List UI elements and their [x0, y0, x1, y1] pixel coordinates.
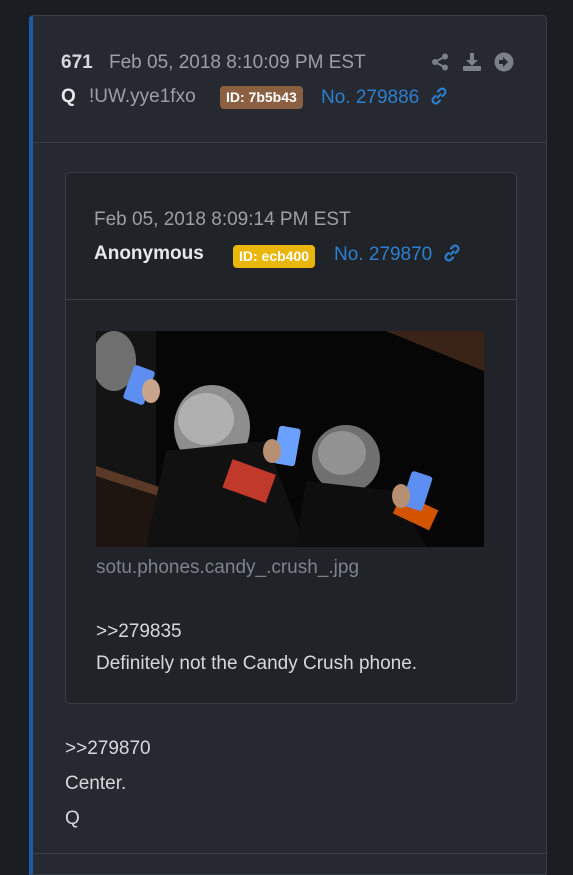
reply-ref[interactable]: >>279870: [65, 738, 151, 760]
post-actions: [430, 52, 514, 72]
image-filename[interactable]: sotu.phones.candy_.crush_.jpg: [96, 557, 359, 579]
post-image[interactable]: [96, 331, 484, 547]
post-number: 671: [61, 52, 93, 73]
quoted-id-badge[interactable]: ID: ecb400: [233, 245, 316, 268]
quoted-post: Feb 05, 2018 8:09:14 PM EST Anonymous ID…: [65, 172, 517, 704]
quoted-reply-ref[interactable]: >>279835: [96, 621, 182, 643]
post-footer-divider: [33, 853, 546, 854]
link-icon[interactable]: [429, 86, 449, 106]
post-body-line: Q: [65, 808, 80, 829]
quoted-post-text: Definitely not the Candy Crush phone.: [96, 653, 418, 674]
tripcode: !UW.yye1fxo: [89, 86, 196, 107]
quoted-post-number-link[interactable]: No. 279870: [334, 243, 462, 266]
photo-women-with-phones: [96, 331, 484, 547]
id-badge[interactable]: ID: 7b5b43: [220, 86, 303, 109]
post-number-link[interactable]: No. 279886: [321, 86, 449, 109]
quoted-post-no-label[interactable]: No. 279870: [334, 244, 432, 265]
link-icon[interactable]: [442, 243, 462, 263]
quoted-post-date: Feb 05, 2018 8:09:14 PM EST: [94, 209, 351, 230]
post-body-line: Center.: [65, 773, 127, 794]
post-no-label[interactable]: No. 279886: [321, 87, 419, 108]
post-author: Q: [61, 86, 76, 107]
download-icon[interactable]: [462, 52, 482, 72]
arrow-right-circle-icon[interactable]: [494, 52, 514, 72]
post-date: Feb 05, 2018 8:10:09 PM EST: [109, 52, 366, 73]
post-header: 671 Feb 05, 2018 8:10:09 PM EST Q !UW.yy…: [33, 16, 546, 143]
quoted-post-header: Feb 05, 2018 8:09:14 PM EST Anonymous ID…: [66, 173, 516, 300]
post-card: 671 Feb 05, 2018 8:10:09 PM EST Q !UW.yy…: [29, 15, 547, 875]
share-icon[interactable]: [430, 52, 450, 72]
quoted-post-author: Anonymous: [94, 243, 204, 264]
